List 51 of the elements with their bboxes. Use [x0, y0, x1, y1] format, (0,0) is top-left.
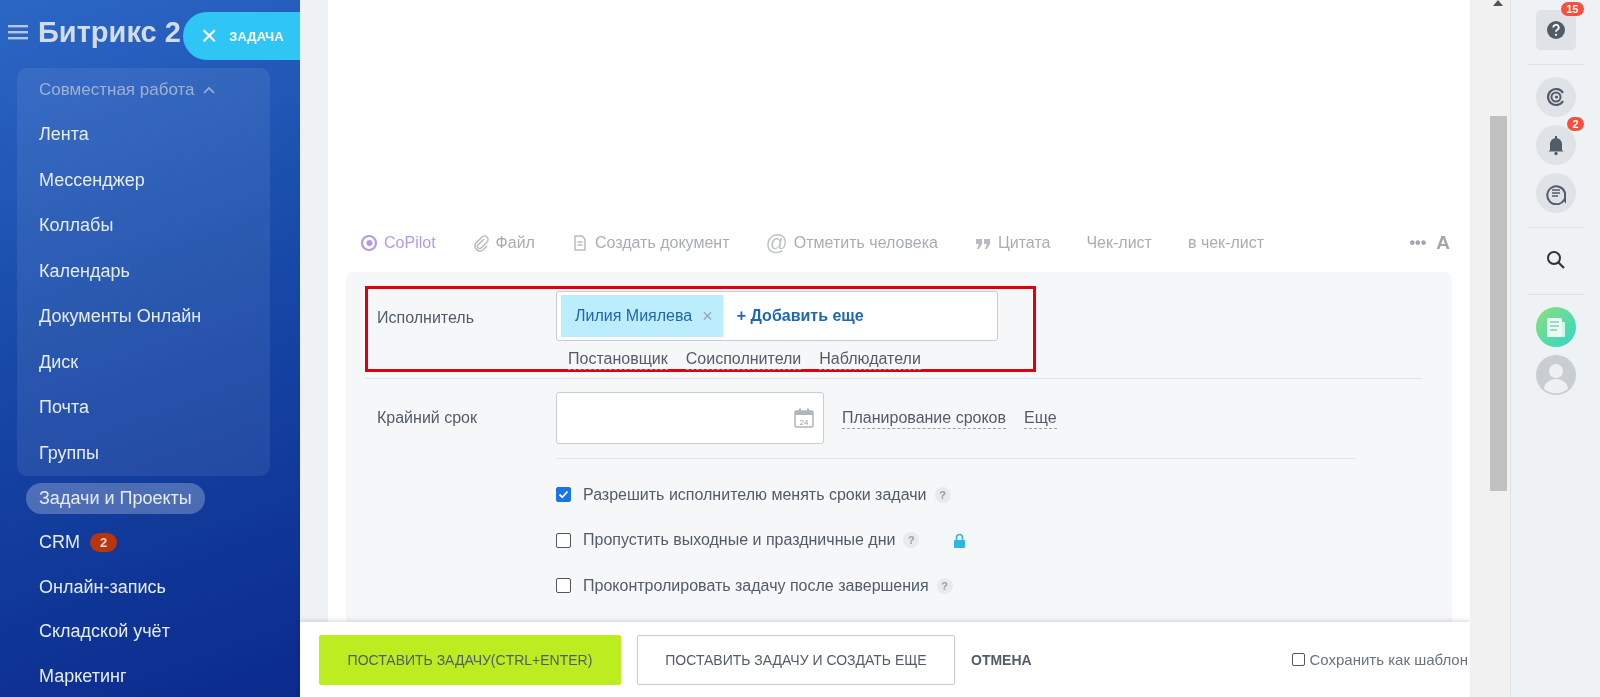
role-link[interactable]: Наблюдатели	[819, 349, 921, 370]
checkbox[interactable]	[556, 487, 571, 503]
calendar-icon: 24	[793, 407, 815, 429]
menu-item[interactable]: Задачи и Проекты	[26, 482, 205, 514]
checkbox[interactable]	[556, 578, 571, 594]
copilot-icon	[360, 234, 378, 252]
at-icon: @	[765, 230, 788, 256]
scrollbar-thumb[interactable]	[1490, 116, 1507, 491]
option-link[interactable]: Еще	[1024, 407, 1057, 429]
add-link[interactable]: + Добавить еще	[736, 307, 864, 325]
date-field[interactable]: 24	[556, 392, 824, 444]
menu-group-title[interactable]: Совместная работа	[39, 80, 195, 100]
cancel-button[interactable]: ОТМЕНА	[971, 634, 1032, 685]
menu-item[interactable]: Календарь	[39, 260, 130, 282]
menu-item[interactable]: Диск	[39, 351, 79, 373]
option-link[interactable]: Планирование сроков	[842, 407, 1006, 429]
menu-item[interactable]: Коллабы	[39, 215, 114, 237]
submit-button[interactable]: ПОСТАВИТЬ ЗАДАЧУ(CTRL+ENTER)	[319, 634, 621, 685]
menu-item[interactable]: Лента	[39, 124, 89, 146]
menu-item[interactable]: Складской учёт	[39, 621, 170, 643]
menu-item[interactable]: Онлайн-запись	[39, 576, 166, 598]
paperclip-icon	[471, 234, 490, 252]
menu-item[interactable]: Почта	[39, 397, 89, 419]
role-link[interactable]: Соисполнители	[685, 349, 802, 370]
chat-button[interactable]	[1535, 173, 1576, 213]
role-link[interactable]: Постановщик	[568, 349, 668, 370]
checkbox[interactable]	[556, 532, 571, 548]
menu-item[interactable]: CRM	[39, 532, 80, 554]
checkbox-label: Проконтролировать задачу после завершения	[583, 576, 929, 595]
checkbox-label: Сохранить как шаблон	[1309, 651, 1468, 668]
copilot-button[interactable]	[1535, 77, 1576, 117]
counter-badge: 2	[90, 533, 118, 553]
checkbox-label: Разрешить исполнителю менять сроки задачи	[583, 485, 927, 504]
scroll-up-icon	[1493, 0, 1503, 6]
counter-badge: 2	[1567, 117, 1584, 131]
checkbox-label: Пропустить выходные и праздничные дни	[583, 531, 896, 550]
person-tag[interactable]: Лилия Миялева ×	[561, 295, 723, 337]
field-label: Исполнитель	[377, 308, 475, 328]
counter-badge: 15	[1561, 2, 1584, 16]
assignee-field[interactable]: Лилия Миялева × + Добавить еще	[556, 291, 998, 341]
checkbox[interactable]	[1292, 653, 1306, 666]
logo: Битрикс 2	[38, 15, 181, 49]
menu-item[interactable]: Документы Онлайн	[39, 306, 202, 328]
menu-item[interactable]: Группы	[39, 442, 99, 464]
person-name: Лилия Миялева	[575, 307, 693, 325]
field-label: Крайний срок	[377, 409, 478, 427]
check-icon	[558, 489, 569, 501]
menu-icon	[8, 24, 28, 40]
menu-item[interactable]: Маркетинг	[39, 665, 127, 687]
menu-item[interactable]: Мессенджер	[39, 169, 145, 191]
submit-button[interactable]: ПОСТАВИТЬ ЗАДАЧУ И СОЗДАТЬ ЕЩЕ	[637, 634, 955, 685]
